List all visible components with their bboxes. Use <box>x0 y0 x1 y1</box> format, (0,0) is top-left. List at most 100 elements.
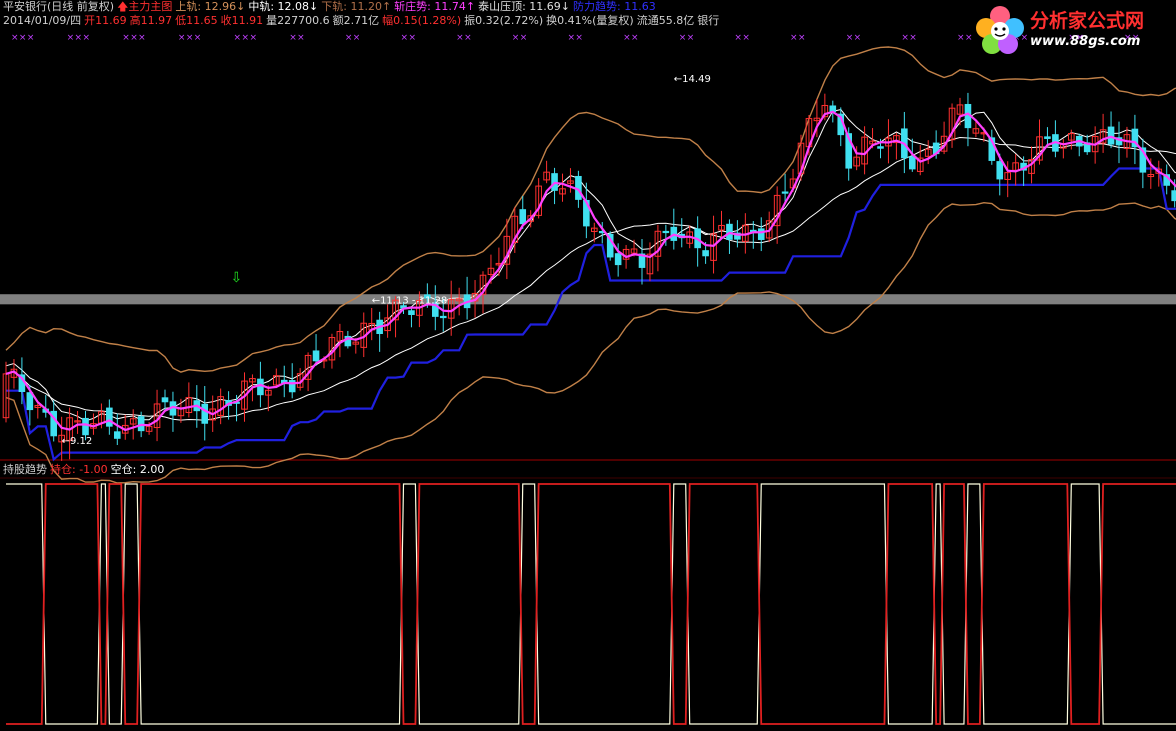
empty-position-line <box>6 483 1176 725</box>
candle-down <box>877 146 884 149</box>
bollinger-lower-line <box>5 201 1176 484</box>
candle-down <box>26 392 34 411</box>
candle-down <box>161 397 169 403</box>
buy-arrow-icon: ⇩ <box>231 270 243 286</box>
candle-down <box>201 403 209 424</box>
candle-down <box>519 209 527 225</box>
indicator-field-2: 空仓: 2.00 <box>110 463 165 476</box>
indicator-field-1: 持仓: -1.00 <box>50 463 108 476</box>
quote-field-6: 泰山压顶: 11.69↓ <box>478 0 571 13</box>
price-annotation: ←9.12 <box>62 436 93 447</box>
signal-mark: × <box>249 33 257 43</box>
signal-mark: × <box>130 33 138 43</box>
signal-mark: × <box>854 33 862 43</box>
quote-field-7: 防力趋势: 11.63 <box>573 0 656 13</box>
signal-mark: × <box>297 33 305 43</box>
quote-field-1: 🡅主力主图 <box>117 0 173 13</box>
ohlc-field-4: 收11.91 <box>220 14 264 27</box>
ohlc-field-0: 2014/01/09/四 <box>3 14 82 27</box>
logo-title: 分析家公式网 <box>1030 10 1145 32</box>
quote-field-0: 平安银行(日线 前复权) <box>3 0 115 13</box>
signal-mark: × <box>27 33 35 43</box>
ohlc-field-5: 量227700.6 <box>266 14 330 27</box>
signal-mark: × <box>687 33 695 43</box>
candle-down <box>1171 190 1176 202</box>
stock-chart[interactable]: × × × × × × × × × × × × × × × × × × × × × × × × × × × × × × × × × × × × × × × ×… <box>0 0 1176 731</box>
quote-field-5: 斩庄势: 11.74↑ <box>394 0 476 13</box>
signal-mark: × <box>194 33 202 43</box>
signal-mark: × <box>19 33 27 43</box>
signal-mark: × <box>353 33 361 43</box>
candle-down <box>781 191 789 194</box>
site-logo: 分析家公式网 www.88gs.com <box>972 2 1172 56</box>
ohlc-field-6: 额2.71亿 <box>332 14 380 27</box>
candle-down <box>1107 126 1115 145</box>
quote-field-3: 中轨: 12.08↓ <box>248 0 319 13</box>
signal-mark: × <box>909 33 917 43</box>
ma-pink-line <box>5 110 1176 432</box>
candle-down <box>114 431 121 439</box>
signal-mark: × <box>631 33 639 43</box>
candle-down <box>909 156 916 170</box>
signal-mark: × <box>408 33 416 43</box>
signal-mark: × <box>11 33 19 43</box>
candle-down <box>702 250 709 257</box>
candle-down <box>408 310 415 315</box>
ohlc-field-3: 低11.65 <box>175 14 218 27</box>
signal-mark: × <box>742 33 750 43</box>
signal-mark: × <box>289 33 297 43</box>
signal-mark: × <box>512 33 520 43</box>
hold-position-line <box>6 483 1176 725</box>
price-annotation: ←14.49 <box>674 74 711 85</box>
candle-down <box>662 230 670 234</box>
candle-down <box>1044 136 1051 139</box>
signal-mark: × <box>957 33 965 43</box>
signal-mark: × <box>67 33 75 43</box>
candle-down <box>757 228 765 240</box>
signal-mark: × <box>242 33 250 43</box>
candle-down <box>312 350 320 362</box>
signal-mark: × <box>623 33 631 43</box>
signal-mark: × <box>734 33 742 43</box>
ohlc-field-1: 开11.69 <box>84 14 127 27</box>
ohlc-field-2: 高11.97 <box>129 14 173 27</box>
ohlc-field-7: 幅0.15(1.28%) <box>382 14 462 27</box>
candle-down <box>614 253 622 266</box>
ohlc-field-9: 换0.41%(量复权) <box>546 14 634 27</box>
signal-mark: × <box>401 33 409 43</box>
ohlc-field-10: 流通55.8亿 <box>636 14 695 27</box>
signal-mark: × <box>122 33 130 43</box>
ohlc-field-11: 银行 <box>697 14 720 27</box>
signal-mark: × <box>790 33 798 43</box>
candle-down <box>106 407 113 427</box>
signal-mark: × <box>679 33 687 43</box>
signal-mark: × <box>456 33 464 43</box>
flower-icon <box>976 6 1024 54</box>
indicator-field-0: 持股趋势 <box>3 463 47 476</box>
logo-url: www.88gs.com <box>1030 34 1141 49</box>
resistance-band <box>0 294 1176 305</box>
signal-mark: × <box>345 33 353 43</box>
signal-mark: × <box>520 33 528 43</box>
signal-mark: × <box>83 33 91 43</box>
signal-mark: × <box>178 33 186 43</box>
indicator-header: 持股趋势 持仓: -1.00 空仓: 2.00 <box>3 463 167 477</box>
signal-mark: × <box>234 33 242 43</box>
candle-down <box>439 315 447 319</box>
signal-mark: × <box>798 33 806 43</box>
header-line-quote: 平安银行(日线 前复权) 🡅主力主图 上轨: 12.96↓ 中轨: 12.08↓ 下轨:… <box>3 0 659 14</box>
bollinger-middle-line <box>5 136 1176 421</box>
signal-mark: × <box>186 33 194 43</box>
price-annotation: ←11.13 - 11.28 <box>372 296 448 307</box>
signal-mark: × <box>575 33 583 43</box>
candle-down <box>996 161 1004 180</box>
signal-mark: × <box>75 33 83 43</box>
signal-mark: × <box>901 33 909 43</box>
candle-down <box>257 378 264 396</box>
ohlc-field-8: 振0.32(2.72%) <box>464 14 544 27</box>
signal-mark: × <box>464 33 472 43</box>
signal-mark: × <box>567 33 575 43</box>
quote-field-2: 上轨: 12.96↓ <box>175 0 246 13</box>
quote-field-4: 下轨: 11.20↑ <box>321 0 392 13</box>
candle-down <box>137 416 145 432</box>
